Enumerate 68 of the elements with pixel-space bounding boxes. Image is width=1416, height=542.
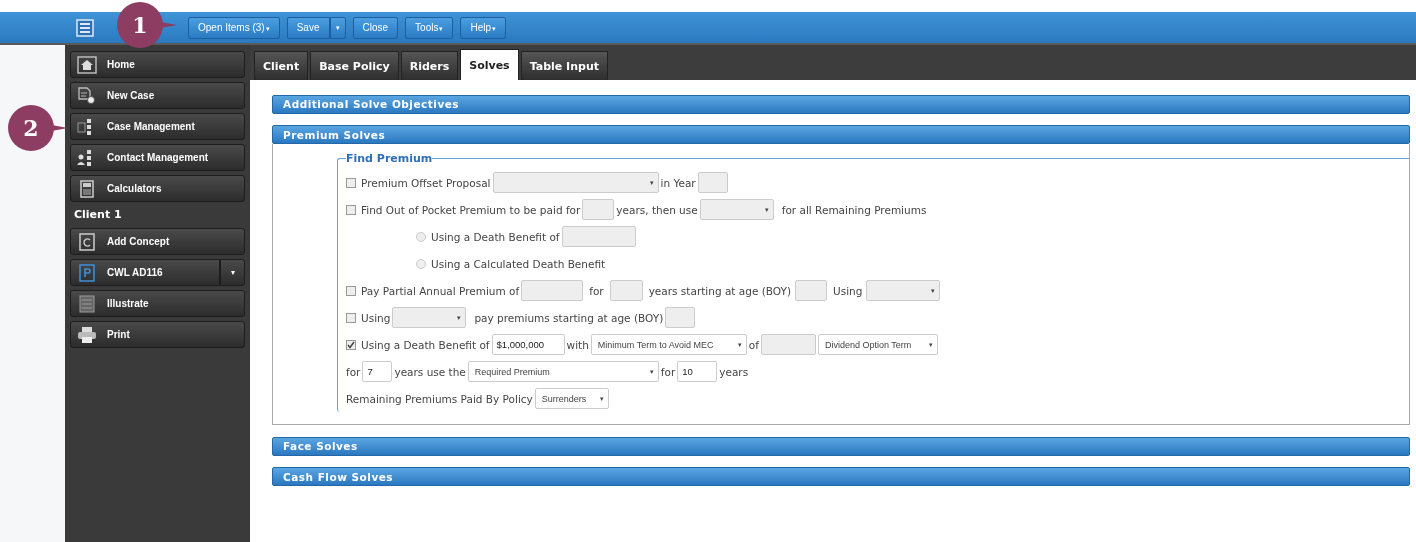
sidebar-item[interactable]: New Case <box>70 82 245 109</box>
document-icon <box>77 232 97 251</box>
checkbox[interactable] <box>346 285 356 296</box>
field-label: Using <box>833 284 863 297</box>
document-gear-icon <box>77 86 97 105</box>
input-field[interactable] <box>795 280 827 301</box>
tab[interactable]: Solves <box>460 49 519 80</box>
input-field[interactable]: 7 <box>362 361 393 382</box>
field-label: Find Out of Pocket Premium to be paid for <box>361 203 581 216</box>
field-label: Remaining Premiums Paid By Policy <box>346 392 533 405</box>
sidebar-item[interactable]: Case Management <box>70 113 245 140</box>
sidebar-item[interactable]: Illustrate <box>70 290 245 317</box>
ledger-icon <box>77 294 97 313</box>
field-label: years <box>719 365 749 378</box>
logo-icon <box>76 18 94 37</box>
tab[interactable]: Client <box>254 51 309 80</box>
dropdown-button[interactable]: ▾ <box>220 259 245 286</box>
sidebar-heading: Client 1 <box>73 207 123 223</box>
input-field[interactable] <box>609 280 643 301</box>
field-label: Using <box>361 311 391 324</box>
tab[interactable]: Table Input <box>520 51 608 80</box>
input-field[interactable] <box>760 334 816 355</box>
input-field[interactable] <box>561 226 636 247</box>
checkbox[interactable] <box>346 312 356 323</box>
field-label: years use the <box>394 365 466 378</box>
field-label: years starting at age (BOY) <box>648 284 791 297</box>
field-label: Using a Death Benefit of <box>361 338 490 351</box>
field-label: Using a Calculated Death Benefit <box>431 257 606 270</box>
toolbar-button[interactable]: Close <box>352 16 399 39</box>
checkbox[interactable] <box>346 339 356 350</box>
checkbox[interactable] <box>346 177 356 188</box>
field-label: with <box>566 338 589 351</box>
fieldset-legend: Find Premium <box>346 152 433 165</box>
field-label: for <box>589 284 604 297</box>
section-header[interactable]: Premium Solves <box>272 125 1410 144</box>
radio-button[interactable] <box>416 231 426 242</box>
input-field[interactable] <box>665 307 696 328</box>
field-label: Premium Offset Proposal <box>361 176 491 189</box>
calculator-icon <box>77 179 97 198</box>
input-field[interactable] <box>521 280 584 301</box>
sidebar-item[interactable]: Add Concept <box>70 228 245 255</box>
tab[interactable]: Riders <box>400 51 459 80</box>
checkbox[interactable] <box>346 204 356 215</box>
sidebar-item[interactable]: Home <box>70 51 245 78</box>
input-field[interactable]: $1,000,000 <box>491 334 565 355</box>
sidebar-item[interactable]: Print <box>70 321 245 348</box>
field-label: Pay Partial Annual Premium of <box>361 284 520 297</box>
field-label: pay premiums starting at age (BOY) <box>474 311 664 324</box>
field-label: in Year <box>660 176 696 189</box>
sidebar-item[interactable]: Calculators <box>70 175 245 202</box>
field-label: years, then use <box>616 203 698 216</box>
input-field[interactable] <box>697 172 728 193</box>
section-header[interactable]: Cash Flow Solves <box>272 467 1410 486</box>
field-label: for <box>346 365 361 378</box>
tab[interactable]: Base Policy <box>310 51 399 80</box>
toolbar-button[interactable]: Save <box>286 16 330 39</box>
sidebar-item[interactable]: Contact Management <box>70 144 245 171</box>
input-field[interactable]: 10 <box>677 361 718 382</box>
input-field[interactable] <box>582 199 615 220</box>
sidebar-item[interactable]: CWL AD116 <box>70 259 220 286</box>
field-label: for <box>660 365 676 378</box>
field-label: for all Remaining Premiums <box>781 203 927 216</box>
radio-button[interactable] <box>416 258 426 269</box>
document-icon <box>77 263 97 282</box>
field-label: Using a Death Benefit of <box>431 230 560 243</box>
home-icon <box>77 55 97 74</box>
field-label: of <box>748 338 759 351</box>
printer-icon <box>77 325 97 344</box>
